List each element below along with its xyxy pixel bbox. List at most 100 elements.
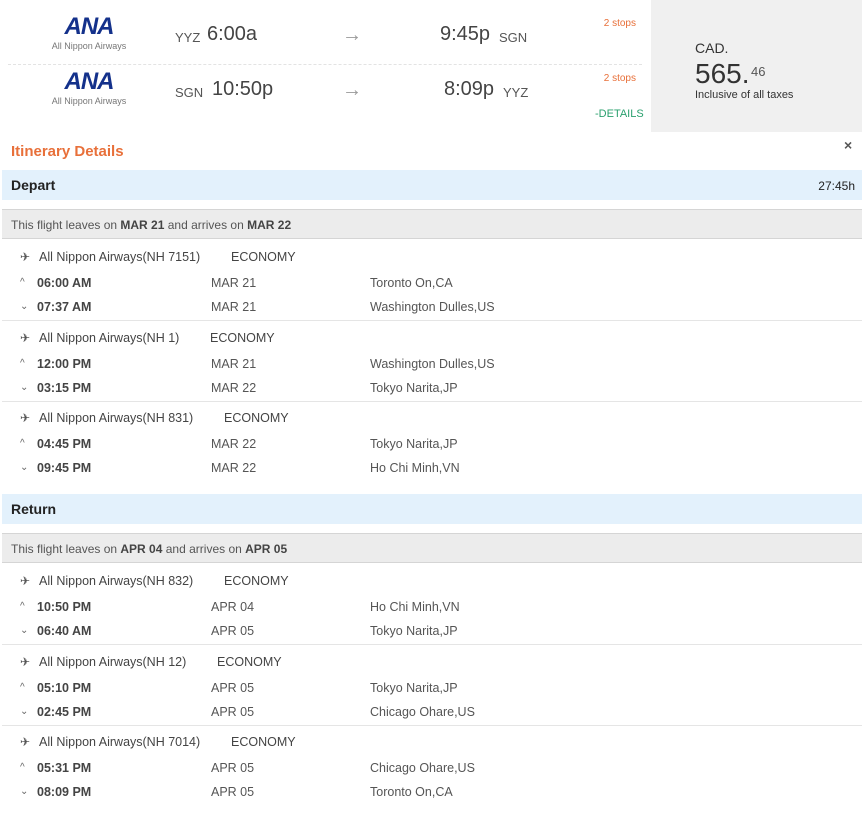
airline-logo: ANA All Nippon Airways xyxy=(44,14,134,52)
segment-arrival: ⌄ 07:37 AM MAR 21 Washington Dulles,US xyxy=(2,300,862,320)
return-header: Return xyxy=(2,494,862,524)
depart-label: Depart xyxy=(11,177,56,193)
cabin-class: ECONOMY xyxy=(217,655,282,669)
departure-time: 04:45 PM xyxy=(37,437,92,451)
departure-time: 12:00 PM xyxy=(37,357,92,371)
cabin-class: ECONOMY xyxy=(231,735,296,749)
departure-date: APR 04 xyxy=(211,600,255,614)
arrival-time: 09:45 PM xyxy=(37,461,92,475)
arrival-time: 06:40 AM xyxy=(37,624,92,638)
departure-time: 05:10 PM xyxy=(37,681,92,695)
departure-city: Washington Dulles,US xyxy=(370,357,495,371)
arrival-city: Ho Chi Minh,VN xyxy=(370,461,460,475)
segment-departure: ^ 05:31 PM APR 05 Chicago Ohare,US xyxy=(2,761,862,781)
departure-time: 05:31 PM xyxy=(37,761,92,775)
flight-segment: ✈ All Nippon Airways(NH 12) ECONOMY ^ 05:10 … xyxy=(2,645,862,726)
arrival-date: APR 05 xyxy=(211,624,255,638)
airline-name: All Nippon Airways xyxy=(51,41,127,51)
chevron-up-icon: ^ xyxy=(20,438,25,449)
plane-icon: ✈ xyxy=(20,655,31,669)
leave-date: MAR 21 xyxy=(120,218,165,232)
arrival-city: Tokyo Narita,JP xyxy=(370,381,458,395)
details-link[interactable]: -DETAILS xyxy=(595,108,644,120)
cabin-class: ECONOMY xyxy=(231,250,296,264)
arrival-time: 07:37 AM xyxy=(37,300,92,314)
arrival-date: MAR 21 xyxy=(211,300,257,314)
outbound-leg-summary: ANA All Nippon Airways YYZ 6:00a → 9:45p… xyxy=(8,10,642,65)
close-icon[interactable]: × xyxy=(844,137,852,153)
leaves-text: This flight leaves on xyxy=(11,542,121,556)
departure-date: APR 05 xyxy=(211,761,255,775)
segment-airline: All Nippon Airways(NH 1) xyxy=(39,331,180,345)
arrival-date: APR 05 xyxy=(211,785,255,799)
segment-arrival: ⌄ 03:15 PM MAR 22 Tokyo Narita,JP xyxy=(2,381,862,401)
segment-airline: All Nippon Airways(NH 831) xyxy=(39,411,194,425)
flight-segment: ✈ All Nippon Airways(NH 1) ECONOMY ^ 12:00 P… xyxy=(2,321,862,402)
return-leaves-info: This flight leaves on APR 04 and arrives… xyxy=(2,533,862,563)
departure-time: 6:00a xyxy=(207,23,258,45)
segment-departure: ^ 12:00 PM MAR 21 Washington Dulles,US xyxy=(2,357,862,377)
destination-code: YYZ xyxy=(503,85,529,100)
arrival-time: 03:15 PM xyxy=(37,381,92,395)
depart-leaves-info: This flight leaves on MAR 21 and arrives… xyxy=(2,209,862,239)
arrow-right-icon: → xyxy=(342,79,362,101)
chevron-down-icon: ⌄ xyxy=(20,706,29,717)
chevron-down-icon: ⌄ xyxy=(20,625,29,636)
plane-icon: ✈ xyxy=(20,735,31,749)
segment-departure: ^ 10:50 PM APR 04 Ho Chi Minh,VN xyxy=(2,600,862,620)
chevron-down-icon: ⌄ xyxy=(20,382,29,393)
flight-segment: ✈ All Nippon Airways(NH 832) ECONOMY ^ 10:50… xyxy=(2,564,862,645)
flight-segment: ✈ All Nippon Airways(NH 831) ECONOMY ^ 04:45… xyxy=(2,401,862,482)
leave-date: APR 04 xyxy=(120,542,163,556)
arrive-date: MAR 22 xyxy=(247,218,292,232)
segment-arrival: ⌄ 02:45 PM APR 05 Chicago Ohare,US xyxy=(2,705,862,725)
price-box: CAD. 565. 46 Inclusive of all taxes xyxy=(651,0,862,132)
flight-summary: ANA All Nippon Airways YYZ 6:00a → 9:45p… xyxy=(0,0,862,132)
plane-icon: ✈ xyxy=(20,574,31,588)
plane-icon: ✈ xyxy=(20,331,31,345)
airline-name: All Nippon Airways xyxy=(51,96,127,106)
segment-departure: ^ 04:45 PM MAR 22 Tokyo Narita,JP xyxy=(2,437,862,457)
arrival-date: MAR 22 xyxy=(211,461,257,475)
stops-count: 2 stops xyxy=(603,18,636,29)
price-taxes-note: Inclusive of all taxes xyxy=(695,89,794,101)
segment-arrival: ⌄ 09:45 PM MAR 22 Ho Chi Minh,VN xyxy=(2,461,862,481)
depart-header: Depart 27:45h xyxy=(2,170,862,200)
itinerary-title: Itinerary Details xyxy=(11,143,124,160)
arrive-date: APR 05 xyxy=(245,542,288,556)
stops-count: 2 stops xyxy=(603,73,636,84)
arrival-time: 08:09 PM xyxy=(37,785,92,799)
chevron-down-icon: ⌄ xyxy=(20,786,29,797)
departure-time: 10:50 PM xyxy=(37,600,92,614)
chevron-up-icon: ^ xyxy=(20,682,25,693)
departure-city: Chicago Ohare,US xyxy=(370,761,475,775)
arrow-right-icon: → xyxy=(342,24,362,46)
chevron-down-icon: ⌄ xyxy=(20,301,29,312)
departure-date: MAR 21 xyxy=(211,276,257,290)
arrival-city: Tokyo Narita,JP xyxy=(370,624,458,638)
chevron-up-icon: ^ xyxy=(20,358,25,369)
departure-city: Tokyo Narita,JP xyxy=(370,437,458,451)
arrival-date: MAR 22 xyxy=(211,381,257,395)
departure-time: 06:00 AM xyxy=(37,276,92,290)
return-label: Return xyxy=(11,501,57,517)
segment-airline: All Nippon Airways(NH 7151) xyxy=(39,250,201,264)
departure-date: APR 05 xyxy=(211,681,255,695)
origin-code: SGN xyxy=(175,85,204,100)
arrives-text: and arrives on xyxy=(164,218,248,232)
chevron-up-icon: ^ xyxy=(20,762,25,773)
segment-departure: ^ 06:00 AM MAR 21 Toronto On,CA xyxy=(2,276,862,296)
arrival-city: Toronto On,CA xyxy=(370,785,453,799)
flight-segment: ✈ All Nippon Airways(NH 7014) ECONOMY ^ 05:3… xyxy=(2,725,862,806)
airline-logo-mark: ANA xyxy=(64,68,115,95)
departure-date: MAR 21 xyxy=(211,357,257,371)
return-leg-summary: ANA All Nippon Airways SGN 10:50p → 8:09… xyxy=(8,65,642,120)
departure-city: Tokyo Narita,JP xyxy=(370,681,458,695)
departure-city: Ho Chi Minh,VN xyxy=(370,600,460,614)
price-cents: 46 xyxy=(751,64,766,79)
departure-time: 10:50p xyxy=(212,78,274,100)
chevron-up-icon: ^ xyxy=(20,277,25,288)
destination-code: SGN xyxy=(499,30,528,45)
arrival-time: 02:45 PM xyxy=(37,705,92,719)
segment-arrival: ⌄ 06:40 AM APR 05 Tokyo Narita,JP xyxy=(2,624,862,644)
